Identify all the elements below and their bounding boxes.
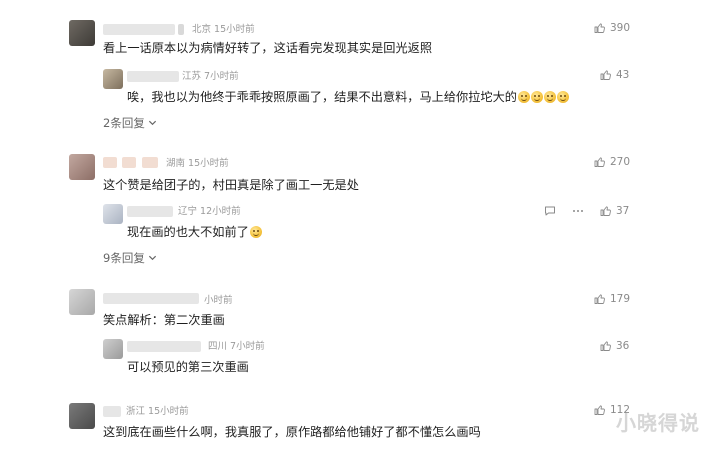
username-blurred: [122, 157, 136, 168]
comment-meta: 北京 15小时前: [192, 24, 255, 36]
expand-replies-link[interactable]: 9条回复: [103, 251, 157, 265]
like-button[interactable]: 43: [600, 68, 629, 82]
like-count: 270: [610, 156, 631, 168]
like-count: 37: [616, 205, 630, 217]
comment-meta: 湖南 15小时前: [166, 158, 229, 170]
reply-avatar[interactable]: [103, 204, 123, 224]
comment-text: 看上一话原本以为病情好转了，这话看完发现其实是回光返照: [103, 41, 433, 55]
reply-avatar[interactable]: [103, 339, 123, 359]
comment-avatar[interactable]: [69, 403, 95, 429]
watermark: 小晓得说: [616, 411, 700, 435]
grimace-emoji-icon: [249, 226, 262, 238]
more-replies-label: 9条回复: [103, 251, 145, 265]
comment-text: 这到底在画些什么啊，我真服了，原作路都给他铺好了都不懂怎么画吗: [103, 425, 481, 439]
comment-time: 15小时前: [148, 406, 189, 417]
comment-time: 15小时前: [188, 158, 229, 169]
username-blurred[interactable]: [127, 206, 173, 217]
thumbs-up-icon: [600, 206, 611, 216]
username-blurred: [178, 24, 184, 35]
thumbs-up-icon: [594, 23, 605, 33]
reply-avatar[interactable]: [103, 69, 123, 89]
more-dots-icon: [573, 210, 583, 212]
reply-meta: 江苏 7小时前: [182, 71, 239, 83]
reply-button[interactable]: [543, 204, 557, 218]
reply-text-row: 唉，我也以为他终于乖乖按照原画了，结果不出意料，马上给你拉坨大的: [127, 89, 569, 105]
reply-location: 四川: [208, 341, 228, 352]
like-button[interactable]: 37: [600, 204, 629, 218]
username-blurred[interactable]: [103, 406, 121, 417]
comment-avatar[interactable]: [69, 289, 95, 315]
like-button[interactable]: 270: [594, 155, 630, 169]
comment-avatar[interactable]: [69, 154, 95, 180]
expand-replies-link[interactable]: 2条回复: [103, 116, 157, 130]
like-count: 36: [616, 340, 630, 352]
comment-location: 北京: [192, 24, 212, 35]
more-options-button[interactable]: [571, 204, 585, 218]
comment-text: 这个赞是给团子的，村田真是除了画工一无是处: [103, 178, 359, 192]
thumbs-up-icon: [600, 341, 611, 351]
reply-meta: 辽宁 12小时前: [178, 206, 241, 218]
comment-text: 笑点解析：第二次重画: [103, 313, 225, 327]
more-replies-label: 2条回复: [103, 116, 145, 130]
comment-icon: [545, 206, 555, 216]
chevron-down-icon: [149, 120, 157, 126]
reply-location: 江苏: [182, 71, 202, 82]
thumbs-up-icon: [594, 157, 605, 167]
like-count: 43: [616, 69, 630, 81]
like-button[interactable]: 390: [594, 21, 630, 35]
reply-time: 7小时前: [230, 341, 265, 352]
username-blurred[interactable]: [127, 71, 179, 82]
comment-time: 小时前: [204, 295, 233, 306]
comment-meta: 小时前: [204, 295, 233, 307]
thumbs-up-icon: [594, 294, 605, 304]
username-blurred[interactable]: [127, 341, 201, 352]
username-blurred: [142, 157, 158, 168]
username-blurred[interactable]: [103, 157, 117, 168]
comment-time: 15小时前: [214, 24, 255, 35]
grimace-emoji-icon: [544, 91, 556, 103]
like-button[interactable]: 179: [594, 292, 630, 306]
grimace-emoji-icon: [557, 91, 569, 103]
reply-text: 可以预见的第三次重画: [127, 360, 249, 374]
comment-location: 湖南: [166, 158, 186, 169]
grimace-emoji-icon: [531, 91, 543, 103]
grimace-emoji-icon: [518, 91, 530, 103]
comment-avatar[interactable]: [69, 20, 95, 46]
reply-time: 7小时前: [204, 71, 239, 82]
comment-location: 浙江: [126, 406, 146, 417]
like-count: 390: [610, 22, 631, 34]
thumbs-up-icon: [600, 70, 611, 80]
comment-meta: 浙江 15小时前: [126, 406, 189, 418]
thumbs-up-icon: [594, 405, 605, 415]
chevron-down-icon: [149, 255, 157, 261]
username-blurred[interactable]: [103, 293, 199, 304]
reply-meta: 四川 7小时前: [208, 341, 265, 353]
reply-text-row: 现在画的也大不如前了: [127, 224, 262, 240]
username-blurred[interactable]: [103, 24, 175, 35]
reply-text: 唉，我也以为他终于乖乖按照原画了，结果不出意料，马上给你拉坨大的: [127, 90, 517, 104]
reply-text: 现在画的也大不如前了: [127, 225, 249, 239]
reply-location: 辽宁: [178, 206, 198, 217]
like-button[interactable]: 36: [600, 339, 629, 353]
like-count: 179: [610, 293, 631, 305]
reply-time: 12小时前: [200, 206, 241, 217]
